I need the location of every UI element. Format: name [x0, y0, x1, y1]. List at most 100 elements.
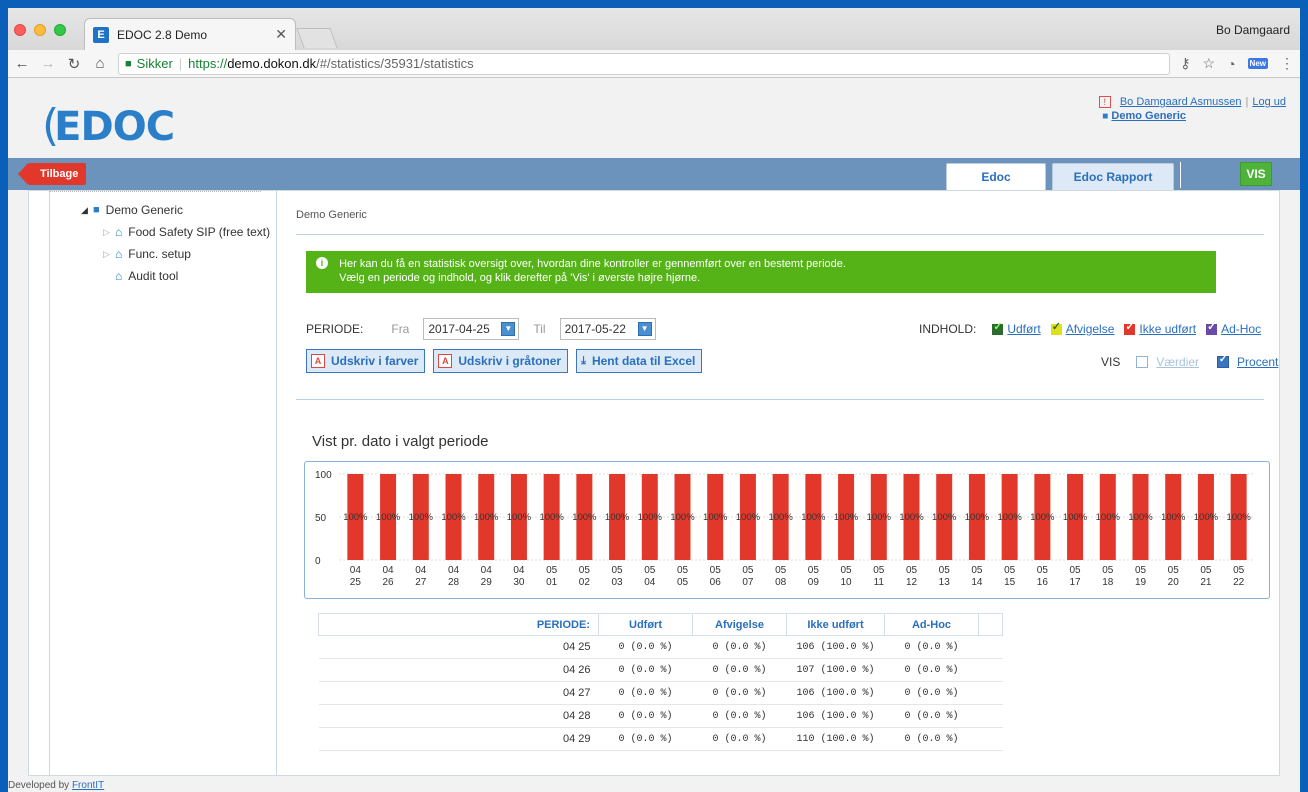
table-header-cell[interactable]: Ad-Hoc	[884, 613, 979, 636]
info-box: i Her kan du få en statistisk oversigt o…	[306, 251, 1216, 293]
lock-icon: ■	[125, 57, 132, 70]
footer: Developed by FrontIT	[8, 780, 104, 791]
tab-edoc-statistik[interactable]: Edoc Statistik	[946, 163, 1046, 211]
bar-data-label: 100%	[867, 512, 892, 523]
new-badge[interactable]: New	[1247, 58, 1268, 69]
table-cell: 106 (100.0 %)	[786, 681, 885, 705]
logout-link[interactable]: Log ud	[1252, 96, 1286, 108]
tab-close-icon[interactable]: ✕	[275, 26, 287, 43]
x-tick-label: 05	[1102, 565, 1114, 576]
table-header-cell[interactable]: Udført	[598, 613, 693, 636]
vis-button[interactable]: VIS	[1240, 162, 1272, 186]
x-tick-label: 09	[808, 577, 820, 588]
procent-checkbox[interactable]	[1217, 354, 1230, 368]
window-controls	[14, 24, 66, 36]
caret-down-icon[interactable]: ◢	[81, 205, 91, 216]
divider	[296, 399, 1264, 400]
vaerdier-link[interactable]: Værdier	[1156, 355, 1199, 369]
key-icon[interactable]: ⚷	[1180, 55, 1190, 72]
tree-item-func-setup[interactable]: ▷ ⌂ Func. setup	[81, 243, 270, 265]
caret-right-icon[interactable]: ▷	[103, 227, 113, 238]
new-tab-button[interactable]	[296, 28, 338, 48]
x-tick-label: 04	[350, 565, 362, 576]
checkbox-checked-icon[interactable]: ✓	[1206, 321, 1218, 335]
tab-edoc-rapport[interactable]: Edoc Rapport	[1052, 163, 1174, 190]
bar-data-label: 100%	[834, 512, 859, 523]
user-link[interactable]: Bo Damgaard Asmussen	[1120, 96, 1242, 108]
forward-arrow-icon[interactable]: →	[40, 55, 56, 72]
tree-item-food-safety[interactable]: ▷ ⌂ Food Safety SIP (free text)	[81, 221, 270, 243]
x-tick-label: 13	[939, 577, 951, 588]
x-tick-label: 05	[1233, 565, 1245, 576]
browser-tab[interactable]: E EDOC 2.8 Demo ✕	[84, 18, 296, 50]
checkbox-checked-icon[interactable]: ✓	[1124, 321, 1136, 335]
legend-label[interactable]: Ad-Hoc	[1221, 322, 1261, 336]
table-cell-spacer	[978, 635, 1003, 659]
chevron-down-icon[interactable]: ▼	[501, 322, 516, 336]
table-cell-spacer	[978, 727, 1003, 751]
back-button[interactable]: Tilbage	[17, 163, 87, 185]
table-cell-spacer	[978, 681, 1003, 705]
tree-item-audit-tool[interactable]: ⌂ Audit tool	[81, 265, 270, 287]
extension-icon[interactable]: ◔	[1227, 56, 1235, 72]
legend-udfoert[interactable]: ✓ Udført	[992, 321, 1041, 336]
vaerdier-checkbox[interactable]	[1136, 356, 1149, 368]
print-grayscale-button[interactable]: A Udskriv i gråtoner	[433, 349, 569, 373]
url-separator: |	[178, 56, 183, 71]
home-icon[interactable]: ⌂	[92, 55, 108, 72]
bar-data-label: 100%	[1161, 512, 1186, 523]
alert-icon[interactable]: !	[1098, 96, 1111, 108]
building-icon: ⌂	[115, 225, 123, 239]
frontit-link[interactable]: FrontIT	[72, 780, 104, 791]
nav-bar: Tilbage Edoc Statistik Edoc Rapport VIS	[8, 158, 1300, 211]
x-tick-label: 05	[1037, 565, 1049, 576]
tree-item-demo-generic[interactable]: ◢ ■ Demo Generic	[81, 199, 270, 221]
reload-icon[interactable]: ↻	[66, 55, 82, 73]
til-label: Til	[533, 322, 546, 336]
breadcrumb: Demo Generic	[296, 209, 367, 221]
caret-right-icon[interactable]: ▷	[103, 249, 113, 260]
bar-data-label: 100%	[965, 512, 990, 523]
chevron-down-icon[interactable]: ▼	[637, 322, 652, 336]
x-tick-label: 19	[1135, 577, 1147, 588]
legend-afvigelse[interactable]: ✓ Afvigelse	[1050, 321, 1115, 336]
x-tick-label: 05	[677, 577, 689, 588]
url-field[interactable]: ■ Sikker | https://demo.dokon.dk/#/stati…	[118, 52, 1171, 75]
checkbox-checked-icon[interactable]: ✓	[992, 321, 1004, 335]
print-color-button[interactable]: A Udskriv i farver	[306, 349, 426, 373]
browser-profile-name[interactable]: Bo Damgaard	[1216, 23, 1290, 37]
legend-label[interactable]: Ikke udført	[1139, 322, 1196, 336]
bookmark-star-icon[interactable]: ☆	[1203, 55, 1216, 72]
x-tick-label: 16	[1037, 577, 1049, 588]
button-label: Hent data til Excel	[591, 354, 696, 368]
til-date-input[interactable]: 2017-05-22 ▼	[559, 318, 656, 340]
stats-table-wrap: PERIODE: Udført Afvigelse Ikke udført Ad-Hoc…	[318, 613, 1018, 751]
back-arrow-icon[interactable]: ←	[14, 55, 30, 72]
x-tick-label: 04	[644, 577, 656, 588]
bar-data-label: 100%	[572, 512, 597, 523]
table-cell: 0 (0.0 %)	[692, 704, 787, 728]
secure-label: Sikker	[136, 56, 173, 71]
table-header-cell[interactable]: Afvigelse	[692, 613, 787, 636]
close-window-button[interactable]	[14, 24, 26, 36]
bar-data-label: 100%	[507, 512, 532, 523]
maximize-window-button[interactable]	[54, 24, 66, 36]
legend-ikke-udfoert[interactable]: ✓ Ikke udført	[1124, 321, 1196, 336]
excel-export-button[interactable]: ⤓ Hent data til Excel	[576, 349, 703, 373]
addr-icons: ⚷ ☆ ◔ New ⋮	[1180, 55, 1294, 72]
company-link[interactable]: Demo Generic	[1111, 110, 1186, 122]
fra-date-input[interactable]: 2017-04-25 ▼	[423, 318, 520, 340]
bar-data-label: 100%	[376, 512, 401, 523]
menu-dots-icon[interactable]: ⋮	[1280, 55, 1294, 72]
x-tick-label: 11	[874, 577, 885, 588]
legend-ad-hoc[interactable]: ✓ Ad-Hoc	[1206, 321, 1261, 336]
procent-link[interactable]: Procent	[1237, 355, 1278, 369]
legend-label[interactable]: Afvigelse	[1066, 322, 1115, 336]
x-tick-label: 21	[1200, 577, 1212, 588]
table-header-cell[interactable]: Ikke udført	[786, 613, 885, 636]
table-header-cell[interactable]: PERIODE:	[318, 613, 599, 636]
minimize-window-button[interactable]	[34, 24, 46, 36]
checkbox-checked-icon[interactable]: ✓	[1050, 321, 1062, 335]
legend-label[interactable]: Udført	[1007, 322, 1040, 336]
x-tick-label: 05	[939, 565, 951, 576]
